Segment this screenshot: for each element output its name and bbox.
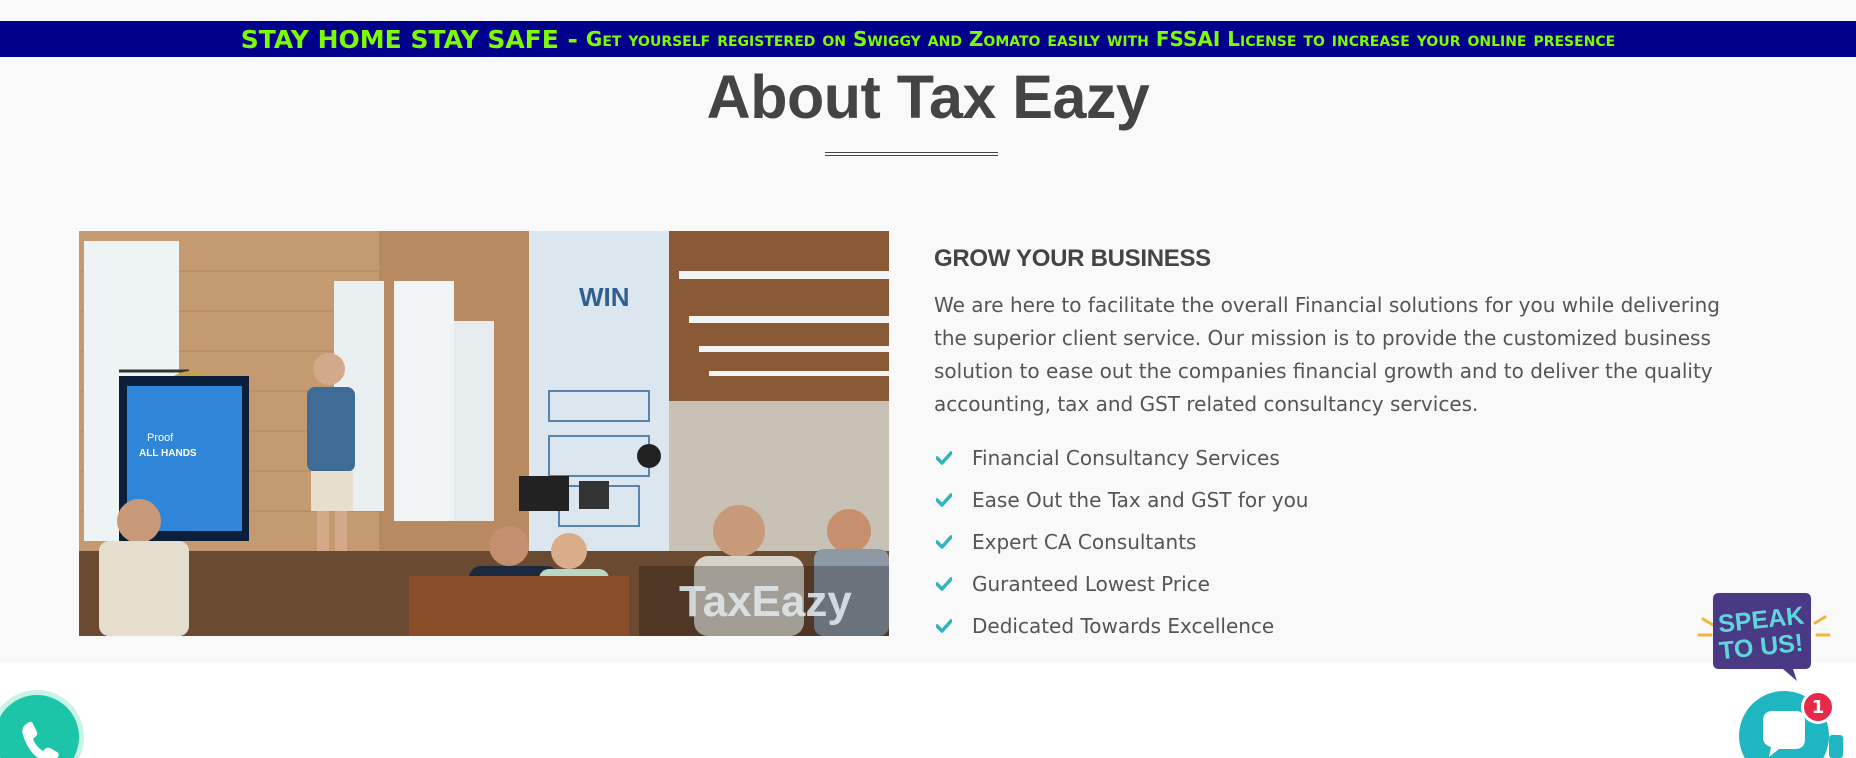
poster-win-text: WIN (579, 282, 630, 312)
list-item: Guranteed Lowest Price (934, 563, 1754, 605)
list-item: Expert CA Consultants (934, 521, 1754, 563)
check-icon (934, 532, 954, 552)
image-watermark: TaxEazy (679, 577, 852, 626)
list-item: Dedicated Towards Excellence (934, 605, 1754, 647)
announcement-marquee[interactable]: STAY HOME STAY SAFE - Get yourself regis… (0, 21, 1856, 57)
list-item: Financial Consultancy Services (934, 437, 1754, 479)
check-icon (934, 490, 954, 510)
about-content: GROW YOUR BUSINESS We are here to facili… (934, 231, 1754, 647)
check-icon (934, 616, 954, 636)
section-heading: GROW YOUR BUSINESS (934, 245, 1211, 272)
office-presentation-image: WIN Proof ALL HANDS TaxEazy (79, 231, 889, 636)
screen-line2: ALL HANDS (139, 448, 197, 459)
intro-paragraph: We are here to facilitate the overall Fi… (934, 293, 1720, 416)
unread-count-badge: 1 (1801, 690, 1835, 724)
title-divider (825, 152, 998, 156)
feature-list: Financial Consultancy Services Ease Out … (934, 437, 1754, 647)
call-button[interactable] (0, 690, 84, 758)
top-strip (0, 0, 1856, 21)
page-title: About Tax Eazy (706, 63, 1150, 131)
feature-label: Ease Out the Tax and GST for you (972, 488, 1309, 512)
announcement-lead: STAY HOME STAY SAFE - (240, 24, 578, 54)
phone-icon (22, 721, 59, 758)
feature-label: Financial Consultancy Services (972, 446, 1280, 470)
feature-label: Guranteed Lowest Price (972, 572, 1210, 596)
check-icon (934, 448, 954, 468)
speak-to-us-badge[interactable]: SPEAK TO US! (1697, 591, 1831, 683)
feature-label: Expert CA Consultants (972, 530, 1197, 554)
screen-line1: Proof (147, 432, 174, 444)
list-item: Ease Out the Tax and GST for you (934, 479, 1754, 521)
announcement-message: Get yourself registered on Swiggy and Zo… (585, 27, 1616, 51)
check-icon (934, 574, 954, 594)
about-section: About Tax Eazy WIN Proof ALL HANDS TaxEa… (0, 57, 1856, 663)
chat-button-edge (1829, 735, 1843, 758)
feature-label: Dedicated Towards Excellence (972, 614, 1275, 638)
